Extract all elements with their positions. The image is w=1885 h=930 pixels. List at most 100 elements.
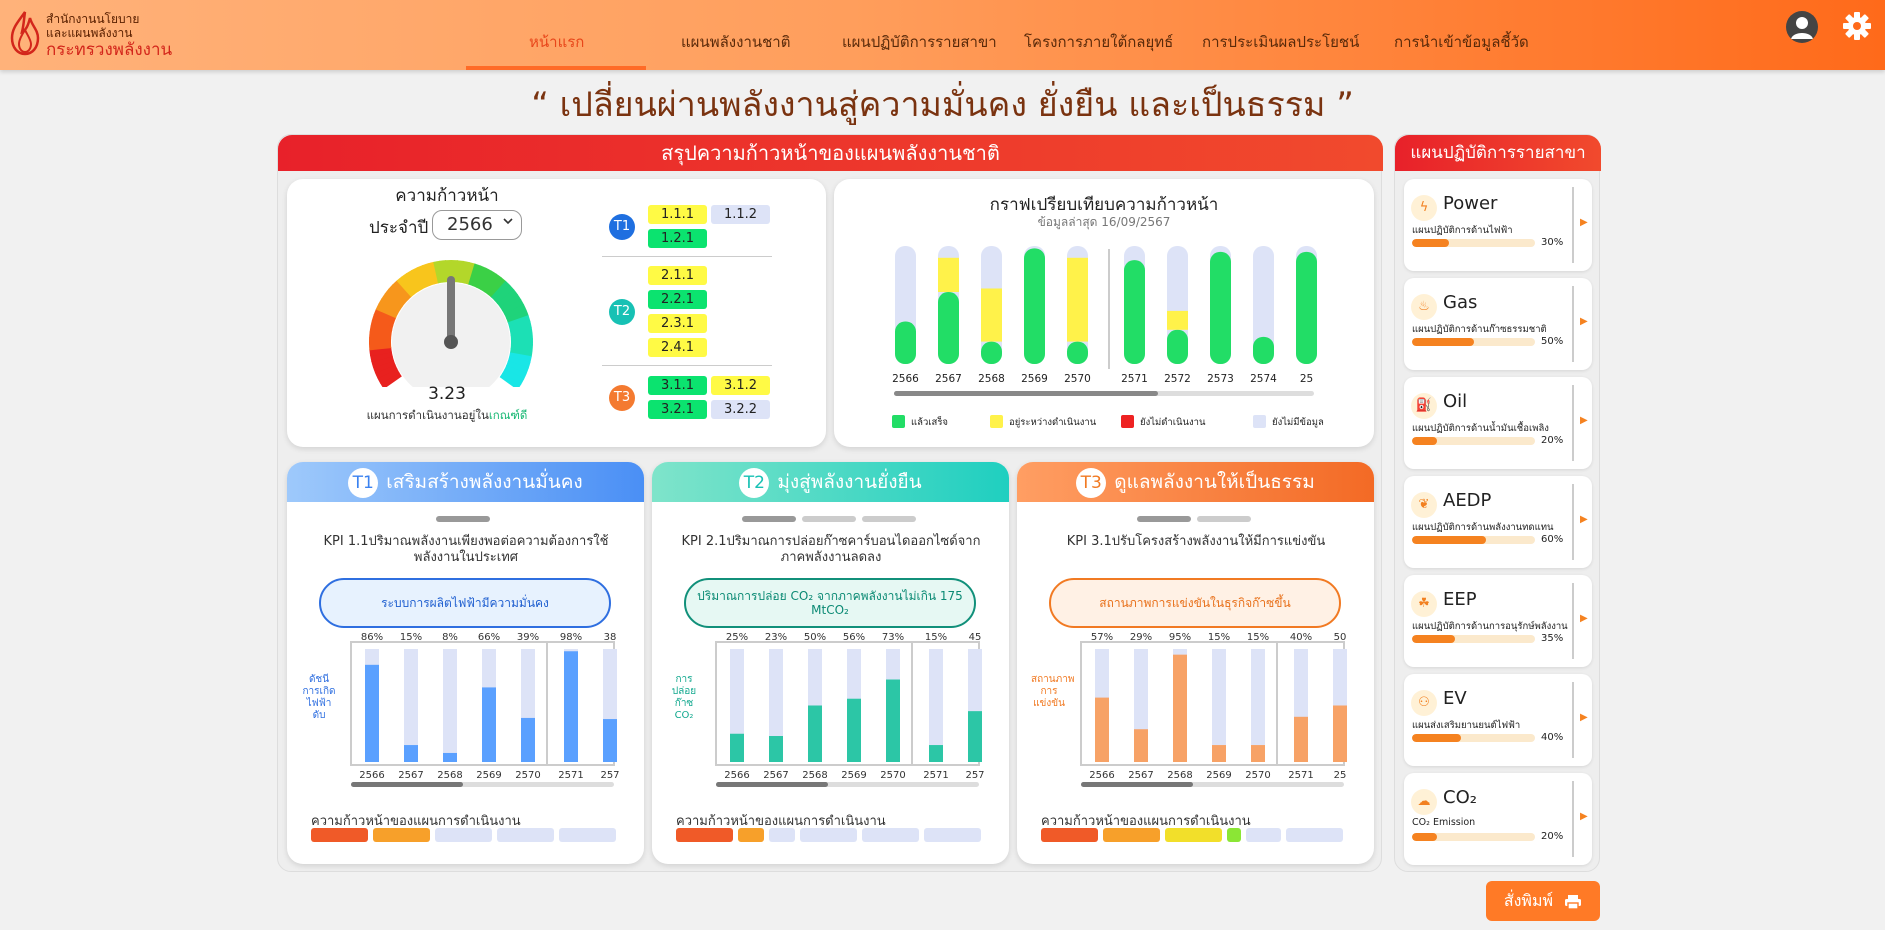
kpi-bar[interactable] (1095, 649, 1109, 762)
kpi-bar[interactable] (730, 649, 744, 762)
progress-segment (497, 828, 554, 842)
chip-1-1-2[interactable]: 1.1.2 (711, 205, 770, 224)
scrollbar-thumb[interactable] (1081, 782, 1193, 787)
chip-1-1-1[interactable]: 1.1.1 (648, 205, 707, 224)
print-button[interactable]: สั่งพิมพ์ (1486, 881, 1600, 921)
bar-segment-done (1296, 251, 1317, 364)
bar-fill (365, 664, 379, 762)
kpi-bar[interactable] (521, 649, 535, 762)
compare-bar[interactable] (1167, 246, 1188, 364)
nav-home[interactable]: หน้าแรก (529, 30, 584, 54)
sector-desc: แผนปฏิบัติการด้านน้ำมันเชื้อเพลิง (1412, 423, 1549, 434)
caret-right-icon[interactable]: ▶ (1580, 316, 1588, 327)
bar-segment-in-progress (1167, 310, 1188, 330)
chip-2-1-1[interactable]: 2.1.1 (648, 266, 707, 285)
kpi-bar[interactable] (1212, 649, 1226, 762)
chip-3-1-1[interactable]: 3.1.1 (648, 376, 707, 395)
kpi-bar[interactable] (769, 649, 783, 762)
compare-bar[interactable] (1067, 246, 1088, 364)
scrollbar-thumb[interactable] (351, 782, 463, 787)
kpi-bar[interactable] (443, 649, 457, 762)
compare-bar[interactable] (1124, 246, 1145, 364)
caret-right-icon[interactable]: ▶ (1580, 712, 1588, 723)
x-tick-label: 25 (1334, 770, 1347, 781)
sector-card-4[interactable]: ☘ EEP แผนปฏิบัติการด้านการอนุรักษ์พลังงาน 3… (1404, 575, 1592, 667)
card-divider (1572, 682, 1574, 758)
kpi-bar[interactable] (1251, 649, 1265, 762)
kpi-bar[interactable] (929, 649, 943, 762)
bar-value-label: 50% (804, 632, 826, 643)
x-tick-label: 2566 (724, 770, 749, 781)
sector-desc: แผนปฏิบัติการด้านการอนุรักษ์พลังงาน (1412, 621, 1568, 632)
sector-card-5[interactable]: ⚇ EV แผนส่งเสริมยานยนต์ไฟฟ้า 40% ▶ (1404, 674, 1592, 766)
nav-sector-plan[interactable]: แผนปฏิบัติการรายสาขา (842, 30, 997, 54)
sector-card-6[interactable]: ☁ CO₂ CO₂ Emission 20% ▶ (1404, 773, 1592, 865)
kpi-bar[interactable] (365, 649, 379, 762)
compare-bar[interactable] (1210, 246, 1231, 364)
nav-kpi-import[interactable]: การนำเข้าข้อมูลชี้วัด (1394, 30, 1529, 54)
sector-progress-fill (1412, 437, 1437, 445)
scrollbar-thumb[interactable] (716, 782, 828, 787)
chip-2-4-1[interactable]: 2.4.1 (648, 338, 707, 357)
vision-quote: “ เปลี่ยนผ่านพลังงานสู่ความมั่นคง ยั่งยื… (531, 85, 1354, 125)
kpi-bar[interactable] (1333, 649, 1347, 762)
settings-gear-icon[interactable] (1841, 10, 1873, 42)
compare-bar[interactable] (1296, 246, 1317, 364)
legend-swatch (1253, 415, 1266, 428)
sector-percent: 30% (1541, 237, 1564, 248)
caret-right-icon[interactable]: ▶ (1580, 217, 1588, 228)
nav-benefit-evaluation[interactable]: การประเมินผลประโยชน์ (1202, 30, 1359, 54)
sector-card-0[interactable]: ϟ Power แผนปฏิบัติการด้านไฟฟ้า 30% ▶ (1404, 179, 1592, 271)
kpi-bar[interactable] (886, 649, 900, 762)
sector-card-2[interactable]: ⛽ Oil แผนปฏิบัติการด้านน้ำมันเชื้อเพลิง 20%… (1404, 377, 1592, 469)
chip-3-2-2[interactable]: 3.2.2 (711, 400, 770, 419)
bar-value-label: 86% (361, 632, 383, 643)
bar-fill (769, 736, 783, 762)
chevron-down-icon (503, 218, 513, 225)
compare-bar[interactable] (895, 246, 916, 364)
sector-card-3[interactable]: ❦ AEDP แผนปฏิบัติการด้านพลังงานทดแทน 60% ▶ (1404, 476, 1592, 568)
x-tick-label: 2570 (515, 770, 540, 781)
compare-bar[interactable] (938, 246, 959, 364)
bar-value-label: 57% (1091, 632, 1113, 643)
x-tick-label: 2566 (359, 770, 384, 781)
user-account-icon[interactable] (1786, 11, 1818, 43)
chip-2-2-1[interactable]: 2.2.1 (648, 290, 707, 309)
card-divider (1572, 583, 1574, 659)
legend-label: ยังไม่มีข้อมูล (1272, 416, 1324, 428)
sector-icon: ☘ (1411, 591, 1437, 617)
gauge-status-prefix: แผนการดำเนินงานอยู่ใน (366, 408, 489, 422)
caret-right-icon[interactable]: ▶ (1580, 415, 1588, 426)
caret-right-icon[interactable]: ▶ (1580, 613, 1588, 624)
kpi-bar[interactable] (603, 649, 617, 762)
kpi-bar[interactable] (1294, 649, 1308, 762)
printer-icon (1565, 894, 1582, 910)
kpi-bar[interactable] (482, 649, 496, 762)
chip-1-2-1[interactable]: 1.2.1 (648, 229, 707, 248)
kpi-bar[interactable] (404, 649, 418, 762)
chip-3-1-2[interactable]: 3.1.2 (711, 376, 770, 395)
sector-card-1[interactable]: ♨ Gas แผนปฏิบัติการด้านก๊าซธรรมชาติ 50% ▶ (1404, 278, 1592, 370)
kpi-bar[interactable] (968, 649, 982, 762)
caret-right-icon[interactable]: ▶ (1580, 514, 1588, 525)
legend-swatch (990, 415, 1003, 428)
progress-segment (373, 828, 430, 842)
compare-bar[interactable] (1253, 246, 1274, 364)
chip-3-2-1[interactable]: 3.2.1 (648, 400, 707, 419)
kpi-bar[interactable] (1173, 649, 1187, 762)
chip-2-3-1[interactable]: 2.3.1 (648, 314, 707, 333)
bar-value-label: 40% (1290, 632, 1312, 643)
legend-swatch (1121, 415, 1134, 428)
kpi-bar[interactable] (808, 649, 822, 762)
compare-bar[interactable] (1024, 246, 1045, 364)
compare-bar[interactable] (981, 246, 1002, 364)
nav-national-plan[interactable]: แผนพลังงานชาติ (681, 30, 790, 54)
scrollbar-thumb[interactable] (894, 391, 1158, 396)
compare-chart-card: กราฟเปรียบเทียบความก้าวหน้า ข้อมูลล่าสุด… (834, 179, 1374, 447)
eppo-logo[interactable]: สำนักงานนโยบาย และแผนพลังงาน กระทรวงพลัง… (8, 8, 228, 60)
nav-strategy-projects[interactable]: โครงการภายใต้กลยุทธ์ (1024, 30, 1173, 54)
caret-right-icon[interactable]: ▶ (1580, 811, 1588, 822)
kpi-bar[interactable] (847, 649, 861, 762)
kpi-bar[interactable] (564, 649, 578, 762)
kpi-bar[interactable] (1134, 649, 1148, 762)
